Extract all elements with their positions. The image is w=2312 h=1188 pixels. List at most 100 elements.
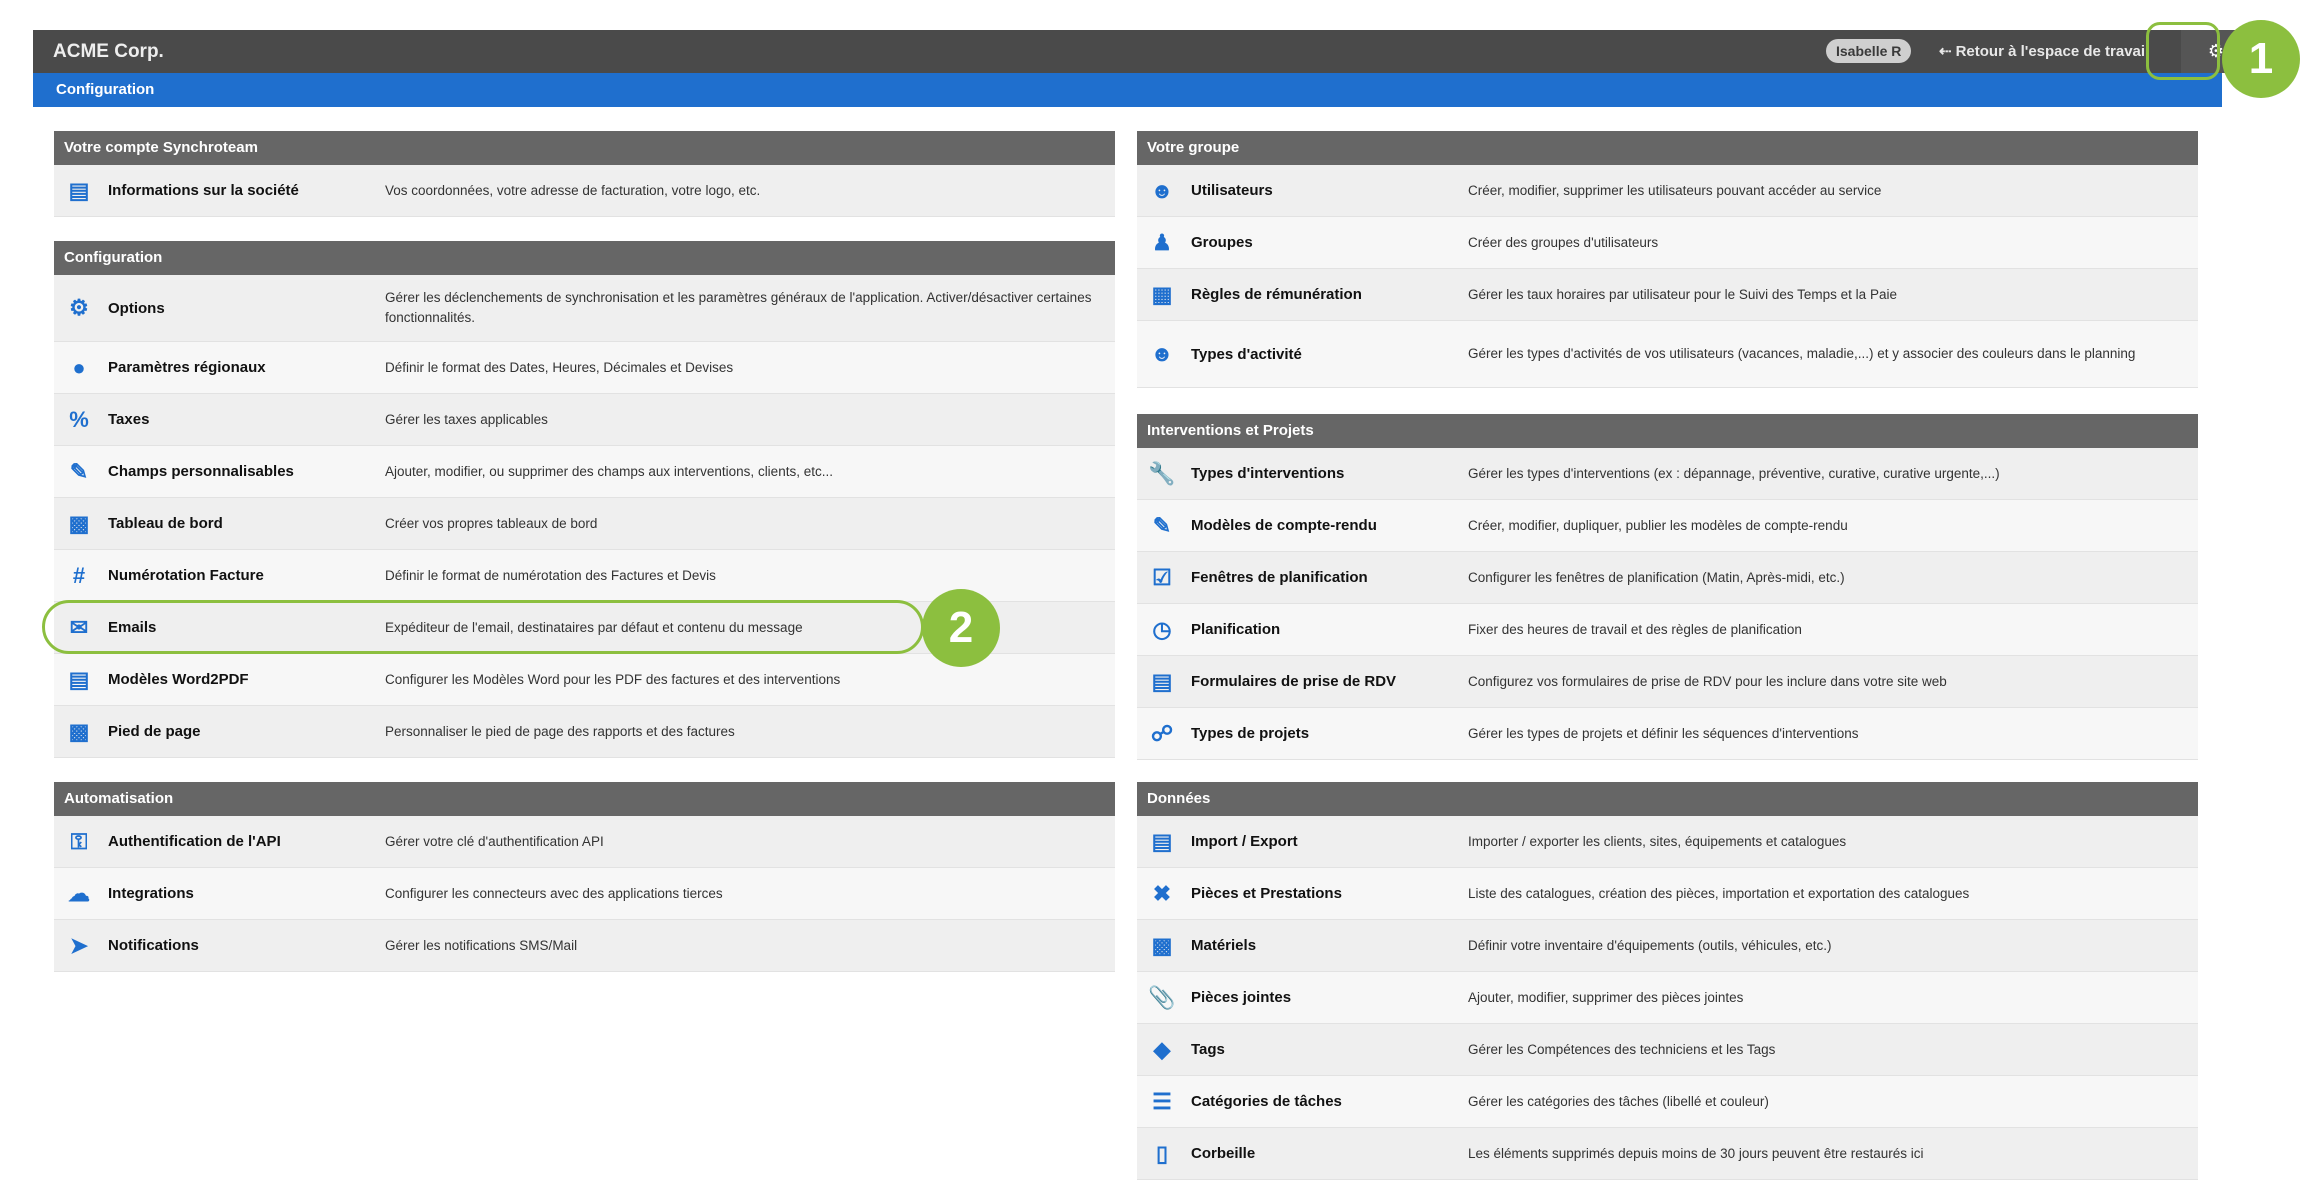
row-description: Gérer les types de projets et définir le… — [1468, 725, 1859, 741]
config-row-taxes[interactable]: % Taxes Gérer les taxes applicables — [54, 394, 1115, 446]
config-row-booking-forms[interactable]: ▤ Formulaires de prise de RDV Configurez… — [1137, 656, 2198, 708]
config-row-intervention-types[interactable]: 🔧 Types d'interventions Gérer les types … — [1137, 448, 2198, 500]
config-row-report-templates[interactable]: ✎ Modèles de compte-rendu Créer, modifie… — [1137, 500, 2198, 552]
row-label: Options — [108, 299, 165, 317]
tags-icon: ◆ — [1153, 1036, 1171, 1062]
panel-configuration: Configuration ⚙ Options Gérer les déclen… — [54, 241, 1115, 758]
id-card-icon: ▤ — [68, 177, 90, 203]
config-row-pay-rules[interactable]: ▦ Règles de rémunération Gérer les taux … — [1137, 269, 2198, 321]
config-row-custom-fields[interactable]: ✎ Champs personnalisables Ajouter, modif… — [54, 446, 1115, 498]
back-to-workspace-link[interactable]: ⇠ Retour à l'espace de travail — [1939, 30, 2149, 73]
project-diagram-icon: ☍ — [1150, 720, 1174, 746]
config-row-equipment[interactable]: ▩ Matériels Définir votre inventaire d'é… — [1137, 920, 2198, 972]
briefcase-icon: ▩ — [1151, 932, 1173, 958]
config-row-regional-settings[interactable]: ● Paramètres régionaux Définir le format… — [54, 342, 1115, 394]
config-row-scheduling[interactable]: ◷ Planification Fixer des heures de trav… — [1137, 604, 2198, 656]
row-label: Import / Export — [1191, 833, 1298, 850]
config-row-parts-services[interactable]: ✖ Pièces et Prestations Liste des catalo… — [1137, 868, 2198, 920]
list-icon: ☰ — [1152, 1088, 1172, 1114]
panel-title: Votre compte Synchroteam — [54, 131, 1115, 165]
row-label: Paramètres régionaux — [108, 359, 266, 376]
top-bar: ACME Corp. Isabelle R ⇠ Retour à l'espace… — [33, 30, 2251, 73]
config-row-company-info[interactable]: ▤ Informations sur la société Vos coordo… — [54, 165, 1115, 217]
panel-data: Données ▤ Import / Export Importer / exp… — [1137, 782, 2198, 1180]
config-row-project-types[interactable]: ☍ Types de projets Gérer les types de pr… — [1137, 708, 2198, 760]
cloud-icon: ☁ — [68, 880, 90, 906]
edit-icon: ✎ — [69, 458, 89, 484]
hash-icon: # — [72, 562, 86, 588]
row-description: Configurer les fenêtres de planification… — [1468, 569, 1845, 585]
row-label: Groupes — [1191, 234, 1253, 251]
globe-icon: ● — [72, 354, 86, 380]
percent-icon: % — [69, 406, 89, 432]
row-description: Gérer les catégories des tâches (libellé… — [1468, 1093, 1769, 1109]
tools-icon: ✖ — [1152, 880, 1172, 906]
panel-title: Données — [1137, 782, 2198, 816]
row-description: Gérer les taux horaires par utilisateur … — [1468, 286, 1897, 302]
config-row-activity-types[interactable]: ☻ Types d'activité Gérer les types d'act… — [1137, 321, 2198, 388]
config-row-groups[interactable]: ♟ Groupes Créer des groupes d'utilisateu… — [1137, 217, 2198, 269]
row-label: Formulaires de prise de RDV — [1191, 673, 1397, 690]
user-edit-icon: ☻ — [1150, 177, 1174, 203]
panel-interventions-projects: Interventions et Projets 🔧 Types d'inter… — [1137, 414, 2198, 760]
config-row-options[interactable]: ⚙ Options Gérer les déclenchements de sy… — [54, 275, 1115, 342]
row-description: Définir le format des Dates, Heures, Déc… — [385, 359, 734, 375]
row-description: Créer, modifier, dupliquer, publier les … — [1468, 517, 1848, 533]
config-row-footer[interactable]: ▩ Pied de page Personnaliser le pied de … — [54, 706, 1115, 758]
highlight-emails-outline — [42, 600, 924, 654]
dashboard-file-icon: ▩ — [68, 510, 90, 536]
row-description: Créer des groupes d'utilisateurs — [1468, 234, 1659, 250]
config-row-task-categories[interactable]: ☰ Catégories de tâches Gérer les catégor… — [1137, 1076, 2198, 1128]
row-description: Personnaliser le pied de page des rappor… — [385, 723, 735, 739]
row-label: Planification — [1191, 621, 1281, 638]
key-icon: ⚿ — [70, 828, 88, 854]
row-label: Pièces jointes — [1191, 989, 1292, 1006]
row-label: Authentification de l'API — [108, 833, 281, 850]
row-label: Utilisateurs — [1191, 182, 1273, 199]
config-row-tags[interactable]: ◆ Tags Gérer les Compétences des technic… — [1137, 1024, 2198, 1076]
row-label: Informations sur la société — [108, 182, 299, 199]
row-description: Créer, modifier, supprimer les utilisate… — [1468, 182, 1882, 198]
row-label: Fenêtres de planification — [1191, 569, 1368, 586]
report-edit-icon: ✎ — [1152, 512, 1172, 538]
config-row-scheduling-windows[interactable]: ☑ Fenêtres de planification Configurer l… — [1137, 552, 2198, 604]
panel-account: Votre compte Synchroteam ▤ Informations … — [54, 131, 1115, 217]
config-row-users[interactable]: ☻ Utilisateurs Créer, modifier, supprime… — [1137, 165, 2198, 217]
config-row-trash[interactable]: ▯ Corbeille Les éléments supprimés depui… — [1137, 1128, 2198, 1180]
row-description: Gérer les déclenchements de synchronisat… — [385, 290, 1092, 325]
sub-header: Configuration — [33, 73, 2222, 107]
row-description: Ajouter, modifier, ou supprimer des cham… — [385, 463, 833, 479]
row-description: Importer / exporter les clients, sites, … — [1468, 833, 1847, 849]
row-label: Taxes — [108, 411, 150, 428]
row-description: Gérer les Compétences des techniciens et… — [1468, 1041, 1776, 1057]
panel-group: Votre groupe ☻ Utilisateurs Créer, modif… — [1137, 131, 2198, 388]
panel-title: Interventions et Projets — [1137, 414, 2198, 448]
config-row-integrations[interactable]: ☁ Integrations Configurer les connecteur… — [54, 868, 1115, 920]
row-label: Types d'interventions — [1191, 465, 1345, 482]
config-row-api-auth[interactable]: ⚿ Authentification de l'API Gérer votre … — [54, 816, 1115, 868]
row-description: Ajouter, modifier, supprimer des pièces … — [1468, 989, 1744, 1005]
step-badge-1: 1 — [2222, 20, 2300, 98]
row-label: Matériels — [1191, 937, 1257, 954]
row-description: Gérer les types d'activités de vos utili… — [1468, 346, 2136, 361]
row-description: Gérer les types d'interventions (ex : dé… — [1468, 465, 2000, 481]
user-badge[interactable]: Isabelle R — [1826, 39, 1912, 63]
clock-icon: ◷ — [1152, 616, 1172, 642]
config-row-import-export[interactable]: ▤ Import / Export Importer / exporter le… — [1137, 816, 2198, 868]
config-row-dashboard[interactable]: ▩ Tableau de bord Créer vos propres tabl… — [54, 498, 1115, 550]
config-row-notifications[interactable]: ➤ Notifications Gérer les notifications … — [54, 920, 1115, 972]
panel-title: Votre groupe — [1137, 131, 2198, 165]
row-label: Règles de rémunération — [1191, 286, 1362, 303]
config-row-attachments[interactable]: 📎 Pièces jointes Ajouter, modifier, supp… — [1137, 972, 2198, 1024]
row-description: Créer vos propres tableaux de bord — [385, 515, 598, 531]
panel-title: Configuration — [54, 241, 1115, 275]
row-label: Corbeille — [1191, 1145, 1256, 1162]
row-label: Numérotation Facture — [108, 567, 264, 584]
arrow-left-icon: ⇠ — [1939, 43, 1952, 60]
row-description: Gérer les taxes applicables — [385, 411, 548, 427]
step-badge-2: 2 — [922, 589, 1000, 667]
row-label: Types d'activité — [1191, 345, 1302, 363]
row-label: Champs personnalisables — [108, 463, 294, 480]
row-description: Configurer les connecteurs avec des appl… — [385, 885, 723, 901]
brand-name: ACME Corp. — [53, 41, 164, 62]
